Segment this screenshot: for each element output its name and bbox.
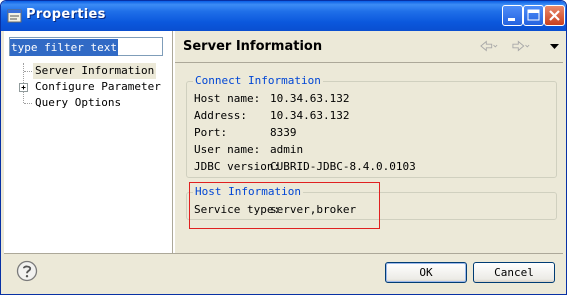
field-label: Port: — [194, 126, 228, 139]
filter-input-text: type filter text — [10, 39, 118, 56]
maximize-icon — [527, 9, 540, 21]
tree-item-configure-parameter[interactable]: Configure Parameter — [6, 79, 171, 95]
field-label: Address: — [194, 109, 247, 122]
field-value: 10.34.63.132 — [270, 109, 350, 122]
filter-input[interactable]: type filter text — [9, 37, 163, 56]
header-divider — [175, 62, 563, 63]
tree-item-label: Configure Parameter — [35, 80, 161, 93]
minimize-button[interactable] — [502, 5, 523, 26]
panel-divider[interactable] — [172, 31, 174, 253]
tree-item-label: Server Information — [33, 63, 157, 79]
button-bar: OK Cancel — [4, 254, 563, 292]
field-value: 10.34.63.132 — [270, 92, 350, 105]
forward-arrow-icon[interactable] — [512, 39, 530, 53]
tree-item-server-information[interactable]: Server Information — [6, 63, 171, 79]
field-label: Host name: — [194, 92, 261, 105]
view-menu-icon[interactable] — [546, 39, 564, 53]
ok-button[interactable]: OK — [385, 262, 467, 283]
tree-item-label: Query Options — [35, 96, 122, 109]
cancel-button[interactable]: Cancel — [473, 262, 555, 283]
title-bar[interactable]: Properties — [1, 1, 566, 31]
jdbc-version-row: JDBC version: CUBRID-JDBC-8.4.0.0103 — [194, 160, 416, 174]
tree-connector — [24, 103, 32, 104]
properties-dialog: Properties type filter text Server Infor… — [0, 0, 567, 295]
page-title: Server Information — [183, 39, 323, 54]
port-row: Port: 8339 — [194, 126, 297, 140]
field-value: admin — [270, 143, 304, 156]
tree-item-query-options[interactable]: Query Options — [6, 95, 171, 111]
properties-app-icon — [7, 9, 22, 23]
field-label: User name: — [194, 143, 261, 156]
host-name-row: Host name: 10.34.63.132 — [194, 92, 349, 106]
tree-connector — [24, 71, 32, 72]
close-icon — [549, 10, 560, 21]
help-icon[interactable] — [16, 260, 38, 282]
field-label: JDBC version: — [194, 160, 281, 173]
plus-icon — [21, 85, 26, 90]
dialog-body: type filter text Server Information Conf… — [4, 31, 563, 292]
address-row: Address: 10.34.63.132 — [194, 109, 349, 123]
page-header: Server Information — [175, 31, 563, 62]
connect-information-group: Connect Information Host name: 10.34.63.… — [186, 74, 557, 178]
expand-plus-icon[interactable] — [19, 83, 28, 92]
user-name-row: User name: admin — [194, 143, 303, 157]
field-value: 8339 — [270, 126, 297, 139]
back-arrow-icon[interactable] — [480, 39, 498, 53]
close-button[interactable] — [544, 5, 565, 26]
maximize-button[interactable] — [523, 5, 544, 26]
window-title: Properties — [26, 7, 106, 22]
category-panel: type filter text Server Information Conf… — [6, 34, 171, 247]
minimize-icon — [508, 18, 515, 21]
group-legend: Connect Information — [193, 74, 323, 87]
highlight-annotation — [189, 182, 380, 229]
page-panel: Server Information Connect Information H… — [175, 31, 563, 253]
field-value: CUBRID-JDBC-8.4.0.0103 — [270, 160, 416, 173]
